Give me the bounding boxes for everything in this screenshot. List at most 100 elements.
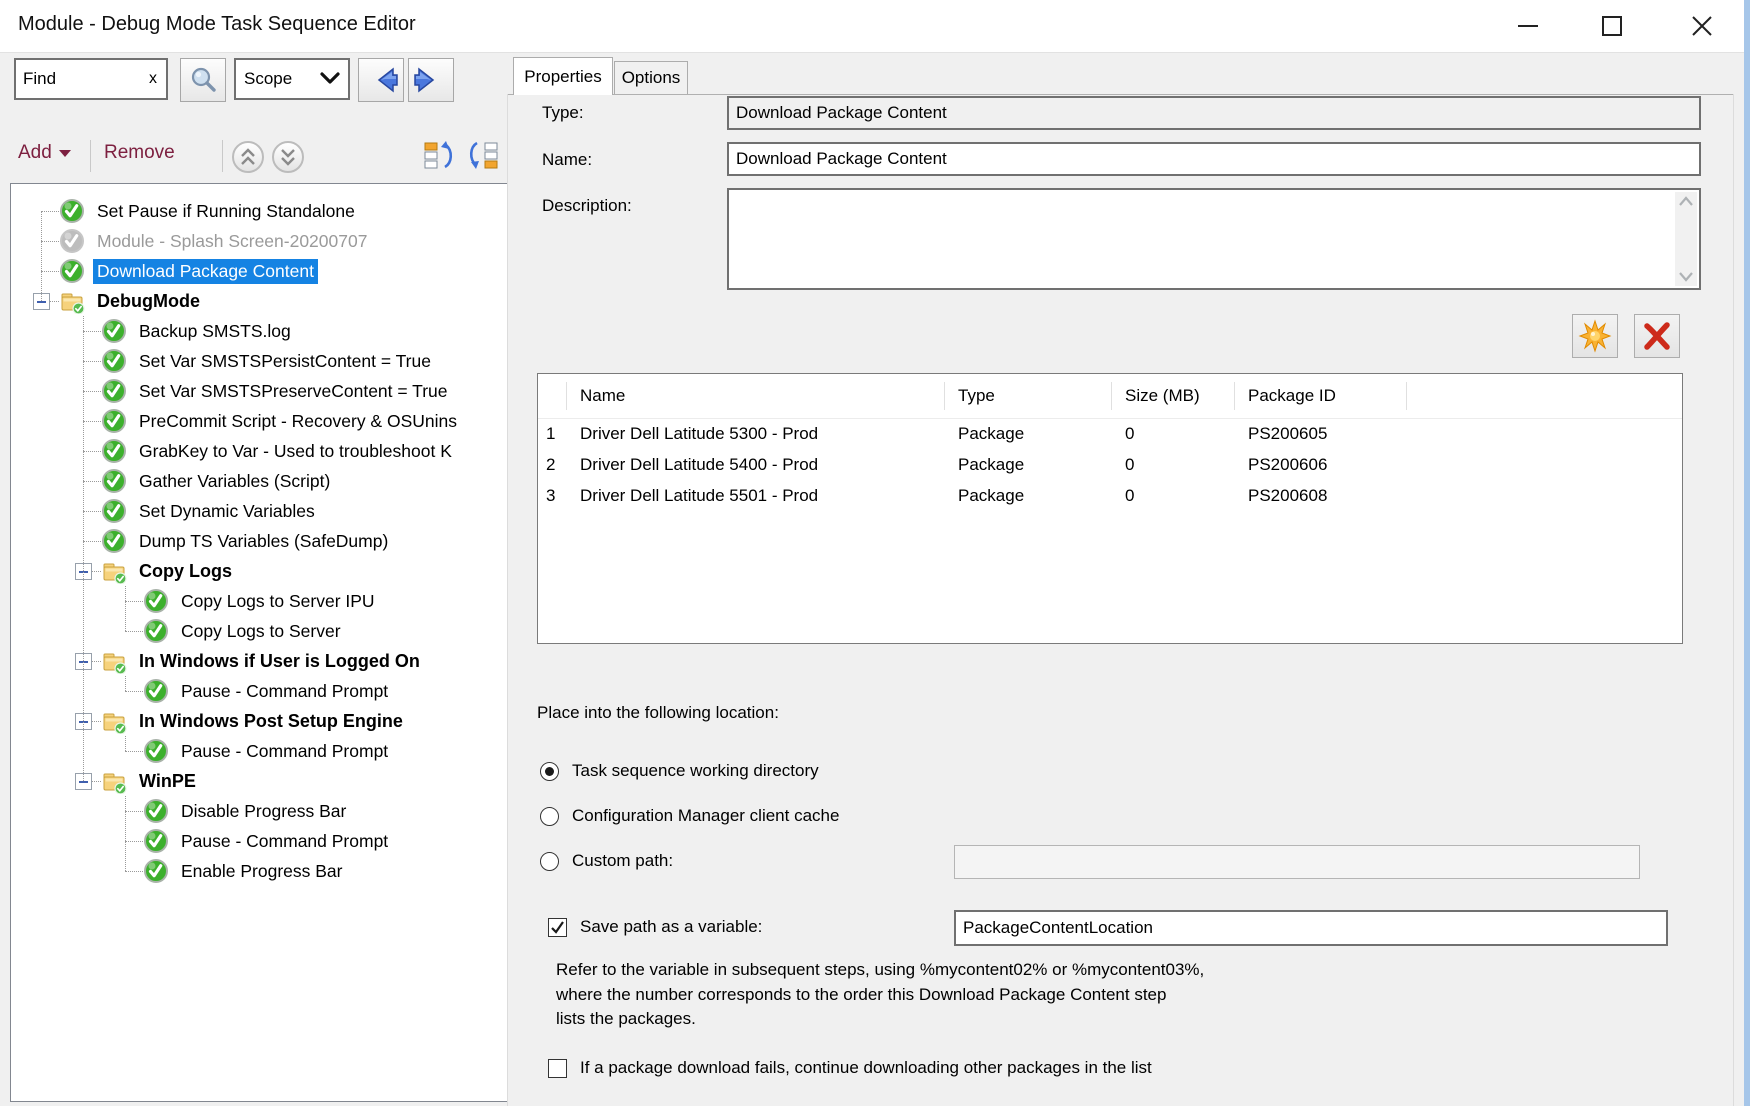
location-option-2[interactable]: Configuration Manager client cache [540,806,839,826]
clear-find-button[interactable]: x [149,70,157,88]
find-input[interactable]: Find x [14,58,168,100]
tree-item[interactable]: Pause - Command Prompt [117,736,392,766]
continue-on-fail-checkbox-row[interactable]: If a package download fails, continue do… [548,1058,1152,1078]
tree-item-label: DebugMode [93,289,204,314]
tree-item[interactable]: Pause - Command Prompt [117,826,392,856]
description-label: Description: [542,196,632,216]
tree-connector [83,511,101,512]
tree-item[interactable]: Set Var SMSTSPreserveContent = True [75,376,452,406]
description-scrollbar[interactable] [1675,192,1697,286]
tree-item[interactable]: Copy Logs to Server IPU [117,586,379,616]
tree-item[interactable]: Set Dynamic Variables [75,496,319,526]
continue-on-fail-checkbox[interactable] [548,1059,567,1078]
scroll-up-icon[interactable] [1678,196,1694,207]
tree-item[interactable]: GrabKey to Var - Used to troubleshoot K [75,436,456,466]
scroll-down-icon[interactable] [1678,271,1694,282]
tab-options[interactable]: Options [614,61,688,94]
move-step-up-button[interactable] [422,138,456,172]
tree-item[interactable]: In Windows Post Setup Engine [75,706,407,736]
table-cell[interactable]: 0 [1125,449,1234,480]
remove-button[interactable]: Remove [104,142,175,164]
column-header[interactable]: Package ID [1248,374,1406,418]
table-cell[interactable]: 0 [1125,418,1234,449]
enabled-check-icon [59,198,85,224]
location-option-1[interactable]: Task sequence working directory [540,761,819,781]
task-sequence-tree: Set Pause if Running Standalone Module -… [10,183,508,1102]
table-cell[interactable]: PS200605 [1248,418,1406,449]
row-number-cell[interactable]: 1 [546,418,560,449]
column-header[interactable]: Name [580,374,944,418]
tree-item[interactable]: Download Package Content [33,256,318,286]
tree-item[interactable]: Pause - Command Prompt [117,676,392,706]
tree-connector [83,391,101,392]
radio-button[interactable] [540,762,559,781]
tree-item-label: Set Var SMSTSPreserveContent = True [135,379,452,404]
tree-item-label: WinPE [135,769,200,794]
radio-button[interactable] [540,807,559,826]
table-cell[interactable]: Package [958,418,1111,449]
minimize-button[interactable] [1499,0,1557,52]
search-button[interactable] [180,58,226,102]
collapse-all-button[interactable] [232,141,264,173]
remove-package-button[interactable] [1634,314,1680,358]
save-path-checkbox[interactable] [548,918,567,937]
maximize-button[interactable] [1583,0,1641,52]
scope-dropdown[interactable]: Scope [234,58,350,100]
table-cell[interactable]: Driver Dell Latitude 5300 - Prod [580,418,944,449]
table-cell[interactable]: PS200608 [1248,480,1406,511]
column-header[interactable] [552,374,566,418]
disabled-check-icon [59,228,85,254]
tree-item[interactable]: WinPE [75,766,200,796]
column-header[interactable]: Size (MB) [1125,374,1234,418]
tree-item[interactable]: Dump TS Variables (SafeDump) [75,526,392,556]
tree-item[interactable]: DebugMode [33,286,204,316]
tree-connector [41,271,59,272]
add-button[interactable]: Add [18,142,71,164]
row-number-cell[interactable]: 2 [546,449,560,480]
tree-item[interactable]: In Windows if User is Logged On [75,646,424,676]
minimize-icon [1515,13,1541,39]
close-button[interactable] [1673,0,1731,52]
find-previous-button[interactable] [358,58,404,102]
tree-item[interactable]: Enable Progress Bar [117,856,346,886]
custom-path-input[interactable] [954,845,1640,879]
enabled-check-icon [101,348,127,374]
tree-item[interactable]: Disable Progress Bar [117,796,350,826]
variable-name-input[interactable]: PackageContentLocation [954,910,1668,946]
radio-button[interactable] [540,852,559,871]
tree-item[interactable]: PreCommit Script - Recovery & OSUnins [75,406,461,436]
table-cell[interactable]: Driver Dell Latitude 5501 - Prod [580,480,944,511]
table-cell[interactable]: Package [958,449,1111,480]
find-next-button[interactable] [408,58,454,102]
tab-properties[interactable]: Properties [513,57,613,95]
type-value: Download Package Content [736,103,947,123]
add-package-button[interactable] [1572,314,1618,358]
row-number-cell[interactable]: 3 [546,480,560,511]
find-input-value: Find [23,69,149,89]
tree-connector [83,481,101,482]
expand-all-button[interactable] [272,141,304,173]
table-cell[interactable]: PS200606 [1248,449,1406,480]
column-header[interactable]: Type [958,374,1111,418]
tree-connector [125,601,143,602]
tree-connector-line [41,211,42,301]
name-input[interactable]: Download Package Content [727,142,1701,176]
tab-page-border [507,94,508,1106]
tree-item[interactable]: Copy Logs [75,556,236,586]
checkmark-icon [550,920,565,935]
table-cell[interactable]: Driver Dell Latitude 5400 - Prod [580,449,944,480]
tree-item[interactable]: Module - Splash Screen-20200707 [33,226,371,256]
tree-item[interactable]: Gather Variables (Script) [75,466,334,496]
table-cell[interactable]: Package [958,480,1111,511]
save-path-checkbox-row[interactable]: Save path as a variable: [548,917,762,937]
tree-item[interactable]: Copy Logs to Server [117,616,345,646]
tree-item-label: Copy Logs to Server [177,619,345,644]
tree-item[interactable]: Backup SMSTS.log [75,316,295,346]
table-cell[interactable]: 0 [1125,480,1234,511]
package-table: Name Type Size (MB) Package ID 1 Driver Dell… [537,373,1683,644]
description-input[interactable] [727,188,1701,290]
move-step-down-button[interactable] [466,138,500,172]
tree-item[interactable]: Set Pause if Running Standalone [33,196,359,226]
location-option-3[interactable]: Custom path: [540,851,673,871]
tree-item[interactable]: Set Var SMSTSPersistContent = True [75,346,435,376]
